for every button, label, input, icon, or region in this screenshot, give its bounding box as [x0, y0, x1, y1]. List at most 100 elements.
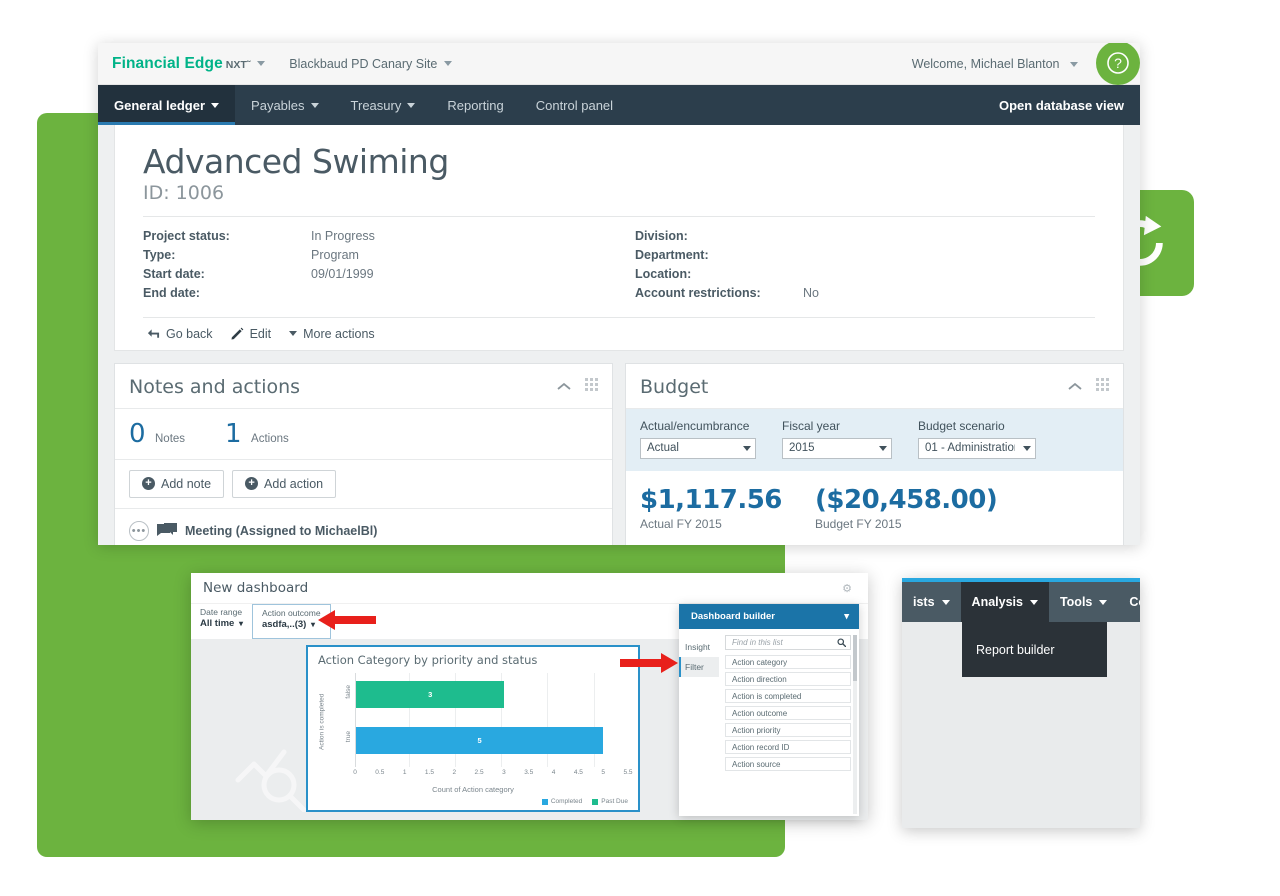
date-range-filter[interactable]: Date range All time ▾: [191, 604, 252, 639]
builder-tabs: Insight Filter: [679, 629, 719, 816]
field-label-type: Type:: [143, 246, 311, 265]
record-action-bar: Go back Edit More actions: [143, 317, 1095, 350]
chart-y-tick: true: [345, 731, 352, 742]
field-row: Department:: [635, 246, 819, 265]
actual-encumbrance-select[interactable]: Actual: [640, 438, 756, 459]
list-item-title: Meeting (Assigned to MichaelBl): [185, 524, 377, 538]
fiscal-year-select[interactable]: 2015: [782, 438, 892, 459]
builder-field-row[interactable]: Action is completed: [725, 689, 851, 703]
actual-amount: $1,117.56: [640, 485, 815, 515]
field-row: Type: Program: [143, 246, 635, 265]
site-selector-label[interactable]: Blackbaud PD Canary Site: [289, 57, 437, 71]
field-row: End date:: [143, 284, 635, 303]
budget-scenario-select[interactable]: 01 - Administration: [918, 438, 1036, 459]
user-menu-label: Welcome, Michael Blanton: [912, 57, 1060, 71]
add-action-button[interactable]: + Add action: [232, 470, 336, 498]
nav-item-general-ledger[interactable]: General ledger: [98, 85, 235, 125]
date-range-label: Date range: [200, 607, 243, 618]
menu-item-lists[interactable]: ists: [902, 582, 961, 622]
budget-amount-label: Budget FY 2015: [815, 517, 997, 531]
menu-item-report-builder[interactable]: Report builder: [976, 643, 1055, 657]
menu-item-lists-label: ists: [913, 595, 935, 609]
budget-amount: ($20,458.00): [815, 485, 997, 515]
find-in-list-input[interactable]: Find in this list: [725, 635, 851, 650]
chart-card[interactable]: Action Category by priority and status A…: [306, 645, 640, 812]
budget-panel-header: Budget: [626, 364, 1123, 409]
builder-field-row[interactable]: Action category: [725, 655, 851, 669]
actual-amount-block: $1,117.56 Actual FY 2015: [640, 485, 815, 531]
chart-x-tick: 3.5: [524, 769, 533, 776]
go-back-button[interactable]: Go back: [147, 327, 213, 341]
nav-item-general-ledger-label: General ledger: [114, 98, 205, 113]
notes-panel-header: Notes and actions: [115, 364, 612, 409]
builder-field-row[interactable]: Action direction: [725, 672, 851, 686]
primary-navigation: General ledger Payables Treasury Reporti…: [98, 85, 1140, 125]
action-outcome-value: asdfa,..(3): [262, 619, 306, 630]
builder-field-row[interactable]: Action outcome: [725, 706, 851, 720]
list-item[interactable]: ••• Meeting (Assigned to MichaelBl) 11/1…: [115, 509, 612, 545]
grid-handle-icon[interactable]: [1096, 378, 1109, 396]
chevron-down-icon: [1030, 600, 1038, 605]
chevron-down-icon: [743, 446, 751, 451]
find-in-list-placeholder: Find in this list: [732, 638, 783, 647]
chart-legend: Completed Past Due: [308, 794, 638, 805]
user-menu[interactable]: Welcome, Michael Blanton: [912, 57, 1078, 71]
menu-item-control-label: Contr: [1129, 595, 1140, 609]
product-menu-caret-icon[interactable]: [257, 61, 265, 66]
record-fields-right: Division: Department: Location: Acc: [635, 227, 819, 303]
ellipsis-icon[interactable]: •••: [129, 521, 149, 541]
nav-item-treasury[interactable]: Treasury: [335, 85, 432, 125]
field-value-account-restrictions: No: [803, 284, 819, 303]
dashboard-title: New dashboard: [203, 580, 308, 596]
field-label-project-status: Project status:: [143, 227, 311, 246]
menu-item-analysis-label: Analysis: [972, 595, 1023, 609]
more-actions-button[interactable]: More actions: [289, 327, 375, 341]
tab-filter[interactable]: Filter: [679, 657, 719, 677]
site-selector-caret-icon[interactable]: [444, 61, 452, 66]
chevron-down-icon: ▾: [844, 611, 849, 622]
edit-button[interactable]: Edit: [231, 327, 272, 341]
tab-insight[interactable]: Insight: [679, 637, 719, 657]
menu-item-tools-label: Tools: [1060, 595, 1092, 609]
analysis-menu-window: ists Analysis Tools Contr Report builder: [902, 578, 1140, 828]
scrollbar-thumb[interactable]: [853, 635, 857, 681]
menu-item-control[interactable]: Contr: [1118, 582, 1140, 622]
actions-count-label: Actions: [251, 433, 289, 445]
application-body: Advanced Swiming ID: 1006 Project status…: [98, 125, 1140, 545]
action-outcome-label: Action outcome: [262, 608, 321, 619]
chart-x-tick: 5: [601, 769, 605, 776]
builder-field-row[interactable]: Action priority: [725, 723, 851, 737]
builder-field-row[interactable]: Action record ID: [725, 740, 851, 754]
budget-filters: Actual/encumbrance Actual Fiscal year 20…: [626, 409, 1123, 471]
dashboard-builder-title: Dashboard builder: [691, 611, 775, 622]
nav-item-payables-label: Payables: [251, 98, 304, 113]
builder-field-row[interactable]: Action source: [725, 757, 851, 771]
grid-handle-icon[interactable]: [585, 378, 598, 396]
product-logo-suffix: NXT˜: [226, 59, 251, 71]
chevron-up-icon[interactable]: [557, 378, 571, 396]
menu-item-tools[interactable]: Tools: [1049, 582, 1118, 622]
help-button[interactable]: ?: [1096, 43, 1140, 85]
chevron-down-icon: [407, 103, 415, 108]
menu-item-analysis[interactable]: Analysis: [961, 582, 1049, 622]
add-note-button[interactable]: + Add note: [129, 470, 224, 498]
fiscal-year-label: Fiscal year: [782, 419, 892, 433]
budget-scenario-label: Budget scenario: [918, 419, 1036, 433]
nav-item-control-panel[interactable]: Control panel: [520, 85, 629, 125]
dashboard-title-bar: New dashboard ⚙: [191, 573, 868, 603]
nav-item-payables[interactable]: Payables: [235, 85, 334, 125]
field-label-end-date: End date:: [143, 284, 311, 303]
nav-item-reporting[interactable]: Reporting: [431, 85, 519, 125]
chart-x-tick: 1: [403, 769, 407, 776]
actions-count-number: 1: [225, 419, 242, 449]
chart-x-tick: 2: [452, 769, 456, 776]
gear-icon[interactable]: ⚙: [842, 582, 852, 595]
chevron-down-icon: [942, 600, 950, 605]
open-database-view-link[interactable]: Open database view: [999, 85, 1124, 125]
chevron-up-icon[interactable]: [1068, 378, 1082, 396]
chart-y-axis-title: Action is completed: [316, 679, 328, 765]
legend-item-completed: Completed: [542, 798, 582, 805]
budget-amount-block: ($20,458.00) Budget FY 2015: [815, 485, 997, 531]
application-window: Financial Edge NXT˜ Blackbaud PD Canary …: [98, 43, 1140, 545]
dashboard-builder-header[interactable]: Dashboard builder ▾: [679, 604, 859, 629]
